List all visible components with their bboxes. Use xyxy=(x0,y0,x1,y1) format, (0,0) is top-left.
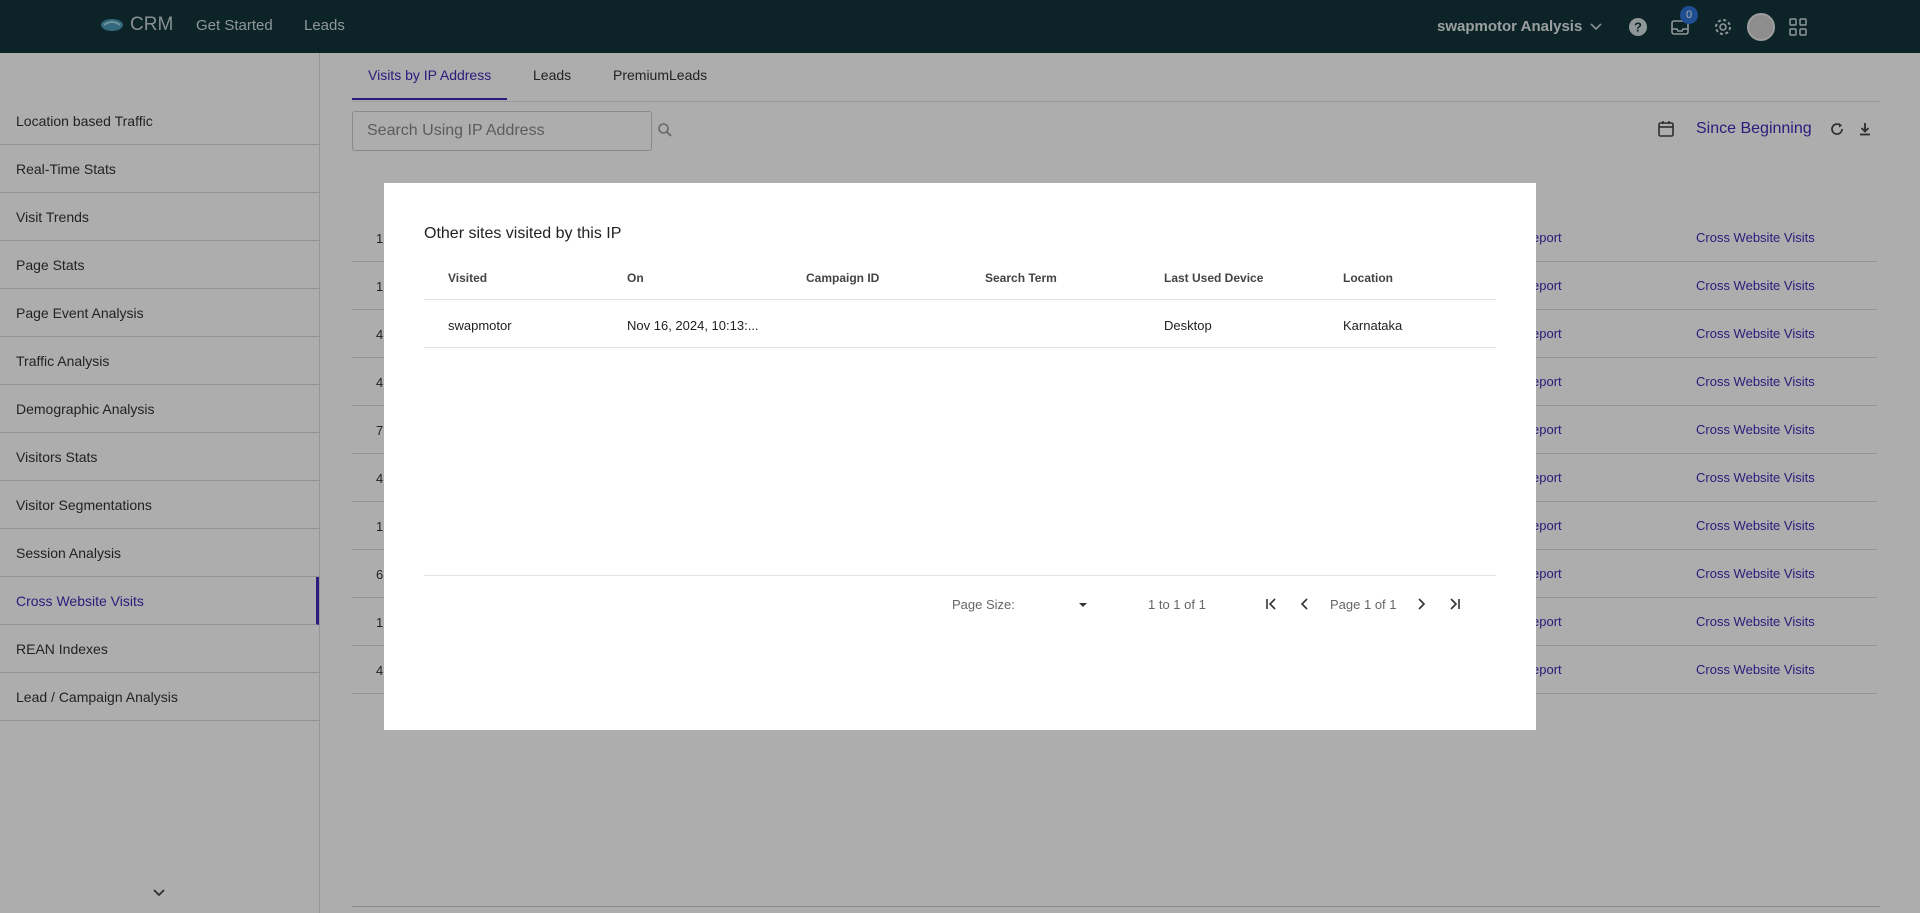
column-visited[interactable]: Visited xyxy=(448,271,487,285)
column-search-term[interactable]: Search Term xyxy=(985,271,1057,285)
chevron-left-icon xyxy=(1300,598,1308,610)
cell-on: Nov 16, 2024, 10:13:... xyxy=(627,318,759,333)
first-page-button[interactable] xyxy=(1262,595,1280,613)
pager-divider xyxy=(424,575,1496,576)
cell-visited: swapmotor xyxy=(448,318,512,333)
column-last-used-device[interactable]: Last Used Device xyxy=(1164,271,1263,285)
grid-header: Visited On Campaign ID Search Term Last … xyxy=(424,256,1496,300)
page-indicator: Page 1 of 1 xyxy=(1330,597,1397,612)
column-campaign-id[interactable]: Campaign ID xyxy=(806,271,879,285)
cell-location: Karnataka xyxy=(1343,318,1403,333)
first-page-icon xyxy=(1266,598,1276,610)
column-location[interactable]: Location xyxy=(1343,271,1393,285)
previous-page-button[interactable] xyxy=(1296,595,1314,613)
chevron-right-icon xyxy=(1418,598,1426,610)
page-size-dropdown-icon[interactable] xyxy=(1078,601,1088,609)
next-page-button[interactable] xyxy=(1412,595,1430,613)
last-page-icon xyxy=(1450,598,1460,610)
table-row[interactable]: swapmotor Nov 16, 2024, 10:13:... Deskto… xyxy=(424,300,1496,348)
page-size-label: Page Size: xyxy=(952,597,1015,612)
dialog-title: Other sites visited by this IP xyxy=(424,225,622,242)
column-on[interactable]: On xyxy=(627,271,644,285)
cell-last-used-device: Desktop xyxy=(1164,318,1212,333)
last-page-button[interactable] xyxy=(1446,595,1464,613)
cross-site-visits-dialog: Other sites visited by this IP Visited O… xyxy=(384,183,1536,730)
pager-range: 1 to 1 of 1 xyxy=(1148,597,1206,612)
